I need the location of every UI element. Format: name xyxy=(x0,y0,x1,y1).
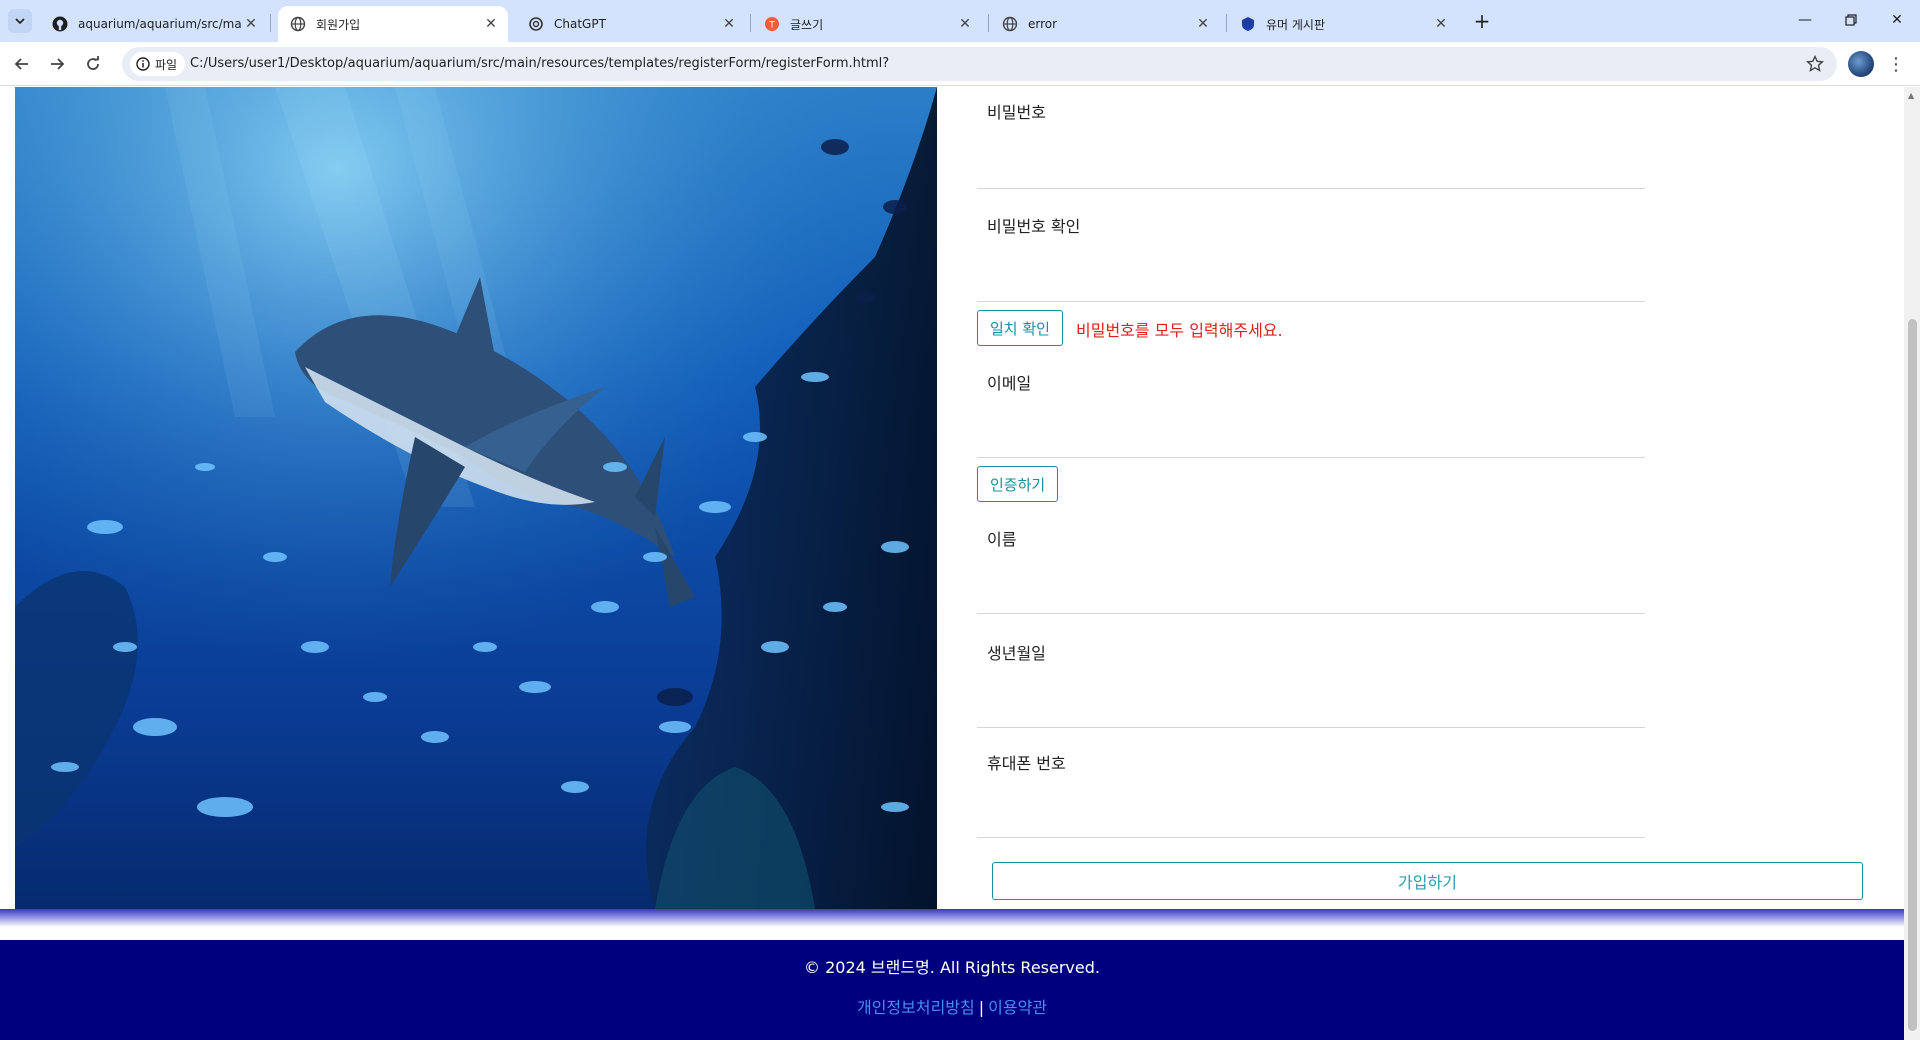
profile-avatar[interactable] xyxy=(1848,51,1874,77)
tab-register[interactable]: 회원가입 ✕ xyxy=(278,6,508,42)
close-window-button[interactable]: ✕ xyxy=(1874,0,1920,40)
tab-error[interactable]: error ✕ xyxy=(990,6,1220,42)
close-icon[interactable]: ✕ xyxy=(1194,15,1212,33)
globe-icon xyxy=(1002,16,1018,32)
password-confirm-label: 비밀번호 확인 xyxy=(987,217,1081,236)
arrow-right-icon xyxy=(51,58,65,70)
link-separator: | xyxy=(978,998,985,1017)
password-label: 비밀번호 xyxy=(987,103,1046,122)
star-icon xyxy=(1806,55,1824,72)
close-icon[interactable]: ✕ xyxy=(242,15,260,33)
reload-icon xyxy=(87,56,99,70)
chatgpt-icon xyxy=(528,16,544,32)
scrollbar-thumb[interactable] xyxy=(1908,319,1917,1031)
register-form: 비밀번호 비밀번호 확인 일치 확인 비밀번호를 모두 입력해주세요. 이메일 … xyxy=(977,87,1867,909)
copyright-text: © 2024 브랜드명. All Rights Reserved. xyxy=(804,958,1100,977)
close-icon[interactable]: ✕ xyxy=(956,15,974,33)
email-label: 이메일 xyxy=(987,374,1032,393)
site-info-label: 파일 xyxy=(155,57,178,72)
tab-separator xyxy=(1226,14,1227,32)
scroll-up-icon[interactable]: ▲ xyxy=(1908,91,1914,100)
password-input[interactable] xyxy=(977,188,1645,189)
site-info-chip[interactable]: 파일 xyxy=(130,52,186,76)
terms-link[interactable]: 이용약관 xyxy=(988,998,1047,1017)
password-message: 비밀번호를 모두 입력해주세요. xyxy=(1076,321,1283,340)
minimize-button[interactable]: — xyxy=(1782,0,1828,40)
footer: © 2024 브랜드명. All Rights Reserved. 개인정보처리… xyxy=(0,940,1904,1040)
restore-icon xyxy=(1845,14,1857,26)
close-icon[interactable]: ✕ xyxy=(720,15,738,33)
email-input[interactable] xyxy=(977,457,1645,458)
tab-github[interactable]: aquarium/aquarium/src/main/r ✕ xyxy=(40,6,268,42)
tab-title: aquarium/aquarium/src/main/r xyxy=(78,17,242,31)
name-input[interactable] xyxy=(977,613,1645,614)
match-check-button[interactable]: 일치 확인 xyxy=(977,310,1063,346)
footer-links: 개인정보처리방침 | 이용약관 xyxy=(0,994,1904,1018)
tistory-icon: T xyxy=(764,16,780,32)
tab-title: error xyxy=(1028,17,1058,31)
phone-input[interactable] xyxy=(977,837,1645,838)
url-text[interactable]: C:/Users/user1/Desktop/aquarium/aquarium… xyxy=(190,56,889,71)
svg-text:T: T xyxy=(768,21,775,31)
globe-icon xyxy=(290,16,306,32)
tab-title: 유머 게시판 xyxy=(1266,17,1326,32)
verify-email-button[interactable]: 인증하기 xyxy=(977,466,1059,502)
tab-chatgpt[interactable]: ChatGPT ✕ xyxy=(516,6,746,42)
arrow-left-icon xyxy=(14,58,28,70)
close-icon: ✕ xyxy=(1891,12,1903,28)
chevron-down-icon xyxy=(15,18,25,25)
name-label: 이름 xyxy=(987,530,1017,549)
restore-button[interactable] xyxy=(1828,0,1874,40)
tab-title: 글쓰기 xyxy=(790,17,824,32)
privacy-policy-link[interactable]: 개인정보처리방침 xyxy=(857,998,975,1017)
github-icon xyxy=(52,16,68,32)
page-viewport: 비밀번호 비밀번호 확인 일치 확인 비밀번호를 모두 입력해주세요. 이메일 … xyxy=(0,87,1904,1040)
browser-tab-bar: aquarium/aquarium/src/main/r ✕ 회원가입 ✕ Ch… xyxy=(0,0,1920,42)
tab-search-button[interactable] xyxy=(8,9,32,33)
phone-label: 휴대폰 번호 xyxy=(987,754,1066,773)
browser-toolbar: 파일 C:/Users/user1/Desktop/aquarium/aquar… xyxy=(0,42,1920,86)
tab-separator xyxy=(270,14,271,32)
submit-button[interactable]: 가입하기 xyxy=(992,862,1863,900)
tab-separator xyxy=(988,14,989,32)
shield-icon xyxy=(1240,16,1256,32)
more-vert-icon: ⋮ xyxy=(1887,53,1905,75)
close-icon[interactable]: ✕ xyxy=(1432,15,1450,33)
address-bar[interactable]: 파일 C:/Users/user1/Desktop/aquarium/aquar… xyxy=(122,47,1837,81)
page-scrollbar[interactable]: ▲ xyxy=(1904,87,1920,1040)
close-icon[interactable]: ✕ xyxy=(482,15,500,33)
new-tab-button[interactable]: + xyxy=(1470,9,1494,33)
info-icon xyxy=(136,57,150,71)
plus-icon: + xyxy=(1473,9,1491,33)
password-confirm-input[interactable] xyxy=(977,301,1645,302)
aquarium-shark-image xyxy=(15,87,937,909)
tab-humor-board[interactable]: 유머 게시판 ✕ xyxy=(1228,6,1458,42)
bookmark-button[interactable] xyxy=(1805,54,1825,74)
tab-title: ChatGPT xyxy=(554,17,606,31)
forward-button[interactable] xyxy=(43,50,71,78)
minimize-icon: — xyxy=(1798,12,1812,28)
birthdate-input[interactable] xyxy=(977,727,1645,728)
back-button[interactable] xyxy=(8,50,36,78)
tab-separator xyxy=(750,14,751,32)
menu-button[interactable]: ⋮ xyxy=(1886,53,1906,75)
reload-button[interactable] xyxy=(79,50,107,78)
tab-title: 회원가입 xyxy=(316,17,361,32)
footer-shadow xyxy=(0,909,1904,927)
birthdate-label: 생년월일 xyxy=(987,644,1046,663)
tab-write[interactable]: T 글쓰기 ✕ xyxy=(752,6,982,42)
